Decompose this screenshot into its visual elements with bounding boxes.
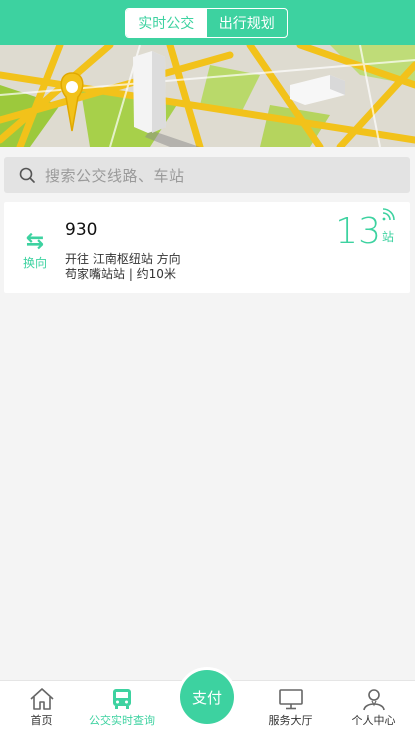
nearby-station-info: 苟家嘴站站 | 约10米 xyxy=(65,267,176,281)
bus-icon xyxy=(113,689,131,709)
switch-direction-button[interactable]: ⇆ 换向 xyxy=(18,229,52,272)
nav-home-label: 首页 xyxy=(30,714,53,727)
search-bar[interactable]: 搜索公交线路、车站 xyxy=(4,157,410,193)
nav-profile-label: 个人中心 xyxy=(351,714,396,727)
tab-realtime-bus[interactable]: 实时公交 xyxy=(126,9,207,37)
stops-unit: 站 xyxy=(381,230,394,244)
route-number: 930 xyxy=(65,220,98,240)
nav-realtime-bus[interactable]: 公交实时查询 xyxy=(80,681,164,730)
map-banner xyxy=(0,45,415,147)
search-icon xyxy=(19,167,35,183)
mode-segmented-control: 实时公交 出行规划 xyxy=(125,8,288,38)
nav-service-hall[interactable]: 服务大厅 xyxy=(249,681,332,730)
switch-direction-label: 换向 xyxy=(22,256,47,270)
pay-button[interactable]: 支付 xyxy=(177,667,237,727)
nav-service-hall-label: 服务大厅 xyxy=(268,714,313,727)
nav-realtime-bus-label: 公交实时查询 xyxy=(89,714,155,727)
tab-trip-planning[interactable]: 出行规划 xyxy=(207,9,288,37)
search-placeholder: 搜索公交线路、车站 xyxy=(45,166,185,185)
nav-home[interactable]: 首页 xyxy=(0,681,83,730)
home-icon xyxy=(29,688,54,710)
swap-arrows-icon: ⇆ xyxy=(25,229,45,254)
person-icon xyxy=(362,689,385,711)
bus-route-card[interactable]: ⇆ 换向 930 开往 江南枢纽站 方向 苟家嘴站站 | 约10米 13 站 xyxy=(4,202,410,293)
signal-icon xyxy=(382,208,395,221)
stops-count: 13 xyxy=(335,211,381,252)
pay-button-label: 支付 xyxy=(180,670,234,724)
map-illustration xyxy=(0,45,415,147)
top-bar: 实时公交 出行规划 xyxy=(0,0,415,45)
nav-profile[interactable]: 个人中心 xyxy=(332,681,415,730)
monitor-icon xyxy=(278,689,303,710)
